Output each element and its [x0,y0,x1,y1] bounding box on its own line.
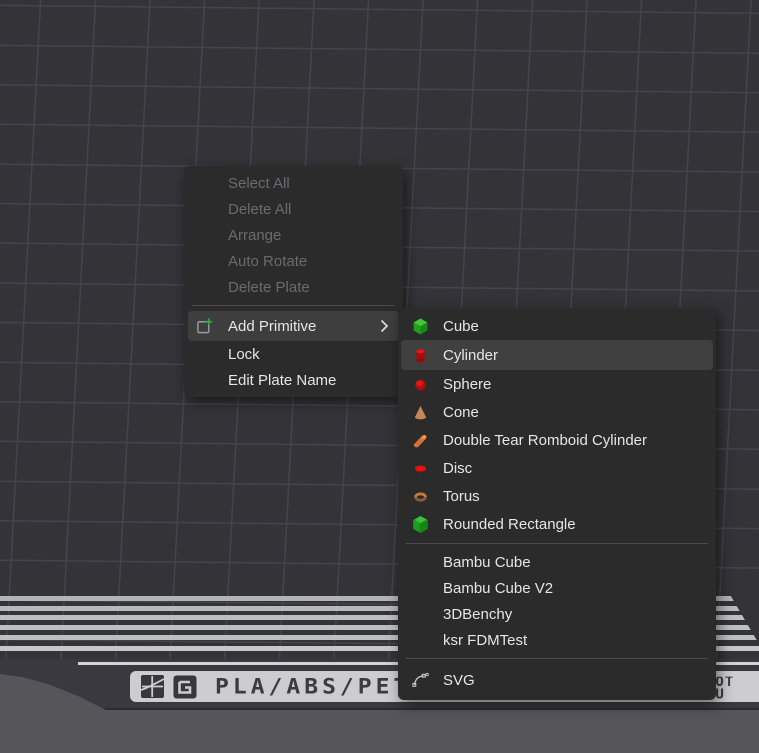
menu-item-label: Disc [443,460,472,477]
menu-item-label: Cylinder [443,347,498,364]
menu-item-label: SVG [443,672,475,689]
menu-item-label: Delete Plate [228,279,310,296]
menu-item-auto-rotate: Auto Rotate [184,248,403,274]
icon-spacer [196,226,213,244]
menu-item-cone[interactable]: Cone [398,398,716,426]
add-primitive-submenu: Cube Cylinder Sphere Cone Double Tear Romboi… [398,308,716,700]
menu-item-delete-plate: Delete Plate [184,274,403,300]
menu-item-arrange: Arrange [184,222,403,248]
chevron-right-icon [380,319,389,333]
menu-item-label: Sphere [443,376,491,393]
menu-separator [192,305,395,306]
menu-item-label: Torus [443,488,480,505]
menu-item-label: Cone [443,404,479,421]
menu-item-label: Add Primitive [228,318,316,335]
disc-icon [412,459,429,477]
icon-spacer [196,345,213,363]
menu-item-label: Delete All [228,201,291,218]
menu-item-sphere[interactable]: Sphere [398,370,716,398]
menu-item-label: ksr FDMTest [443,632,527,649]
sphere-icon [412,375,429,393]
icon-spacer [412,579,429,597]
menu-item-label: Edit Plate Name [228,372,336,389]
menu-item-svg[interactable]: SVG [398,664,716,696]
cylinder-icon [412,346,429,364]
menu-item-lock[interactable]: Lock [184,341,403,367]
bambu-logo-icon [141,675,164,698]
menu-item-rounded-rectangle[interactable]: Rounded Rectangle [398,510,716,538]
menu-item-3dbenchy[interactable]: 3DBenchy [398,601,716,627]
plate-type-icon [173,675,197,699]
icon-spacer [196,371,213,389]
viewport-3d[interactable]: PLA/ABS/PETG HOT SU Select AllDelete All… [0,0,759,753]
add-primitive-icon [196,317,213,335]
plate-context-menu: Select All Delete All Arrange Auto Rotate De… [184,166,403,397]
menu-item-cylinder[interactable]: Cylinder [401,340,713,370]
rounded-rect-icon [412,515,429,533]
icon-spacer [412,605,429,623]
menu-item-label: 3DBenchy [443,606,512,623]
menu-item-disc[interactable]: Disc [398,454,716,482]
menu-item-torus[interactable]: Torus [398,482,716,510]
menu-item-bambu-cube[interactable]: Bambu Cube [398,549,716,575]
icon-spacer [412,553,429,571]
menu-item-double-tear-romboid-cylinder[interactable]: Double Tear Romboid Cylinder [398,426,716,454]
menu-item-add-primitive[interactable]: Add Primitive [188,311,399,341]
cone-icon [412,403,429,421]
cube-icon [412,317,429,335]
menu-item-label: Auto Rotate [228,253,307,270]
menu-item-label: Select All [228,175,290,192]
menu-item-label: Lock [228,346,260,363]
icon-spacer [196,174,213,192]
dtrc-icon [412,431,429,449]
menu-item-label: Cube [443,318,479,335]
menu-separator [406,658,708,659]
icon-spacer [196,252,213,270]
menu-item-label: Double Tear Romboid Cylinder [443,432,647,449]
icon-spacer [196,278,213,296]
bezier-icon [412,671,429,689]
menu-item-bambu-cube-v2[interactable]: Bambu Cube V2 [398,575,716,601]
icon-spacer [196,200,213,218]
torus-icon [412,487,429,505]
menu-item-label: Rounded Rectangle [443,516,576,533]
menu-separator [406,543,708,544]
menu-item-label: Bambu Cube V2 [443,580,553,597]
menu-item-select-all: Select All [184,170,403,196]
menu-item-label: Bambu Cube [443,554,531,571]
icon-spacer [412,631,429,649]
menu-item-delete-all: Delete All [184,196,403,222]
menu-item-edit-plate-name[interactable]: Edit Plate Name [184,367,403,393]
menu-item-label: Arrange [228,227,281,244]
menu-item-ksr-fdmtest[interactable]: ksr FDMTest [398,627,716,653]
menu-item-cube[interactable]: Cube [398,312,716,340]
